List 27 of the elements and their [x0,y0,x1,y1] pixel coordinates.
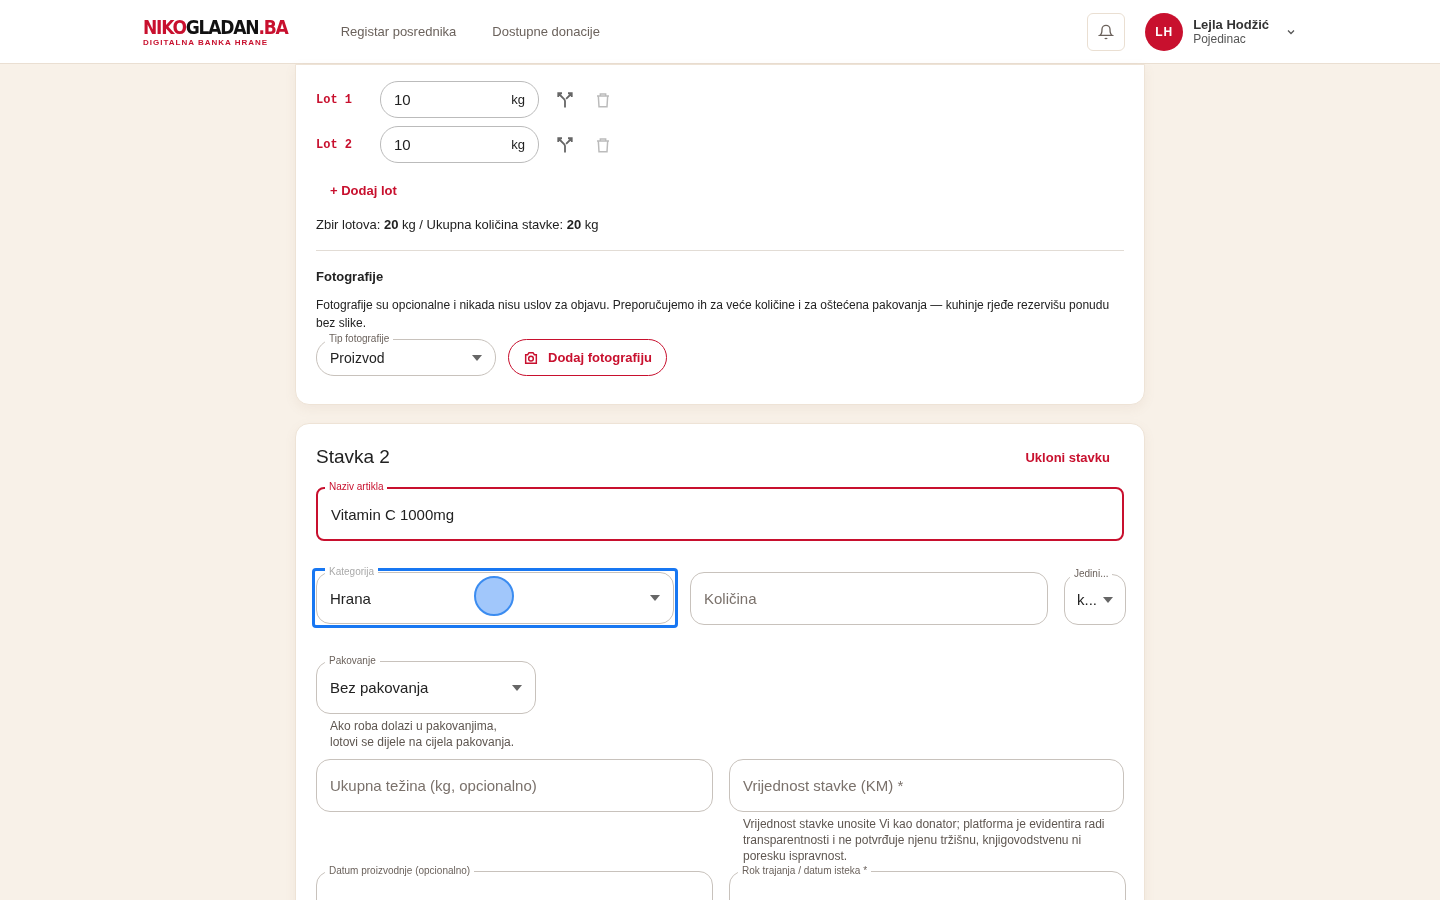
helper-text: Ako roba dolazi u pakovanjima, lotovi se dijele na cijela pakovanja. [330,718,516,750]
lot-label: Lot 1 [316,92,353,107]
item-title: Stavka 2 [316,446,391,468]
user-avatar[interactable]: LH [1145,12,1184,51]
dropdown-caret-icon [1103,596,1113,603]
lot-quantity-field[interactable]: 10 kg [380,81,539,118]
dropdown-caret-icon [650,595,660,601]
nav-link[interactable]: Dostupne donacije [492,24,600,39]
lot-label: Lot 2 [316,137,353,152]
touch-indicator [474,576,514,616]
user-name: Lejla Hodžić [1193,17,1269,32]
lot-summary: Zbir lotova: 20 kg / Ukupna količina stavke: 20 kg [316,217,600,232]
helper-text: Vrijednost stavke unosite Vi kao donator; platforma je evidentira radi transparentnosti i ne potvrđuje njenu tržišnu, knjigovodstvenu ni poresku ispravnost. [743,816,1106,864]
lot-quantity-field[interactable]: 10 kg [380,126,539,163]
dropdown-caret-icon [512,684,522,691]
logo[interactable]: NIKOGLADAN.BA DIGITALNA BANKA HRANE [143,15,288,48]
nav-link[interactable]: Registar posrednika [340,24,457,39]
photos-description: Fotografije su opcionalne i nikada nisu uslov za objavu. Preporučujemo ih za veće količine i za oštećena pakovanja — kuhinje rjeđe rezervišu ponudu bez slike. [316,297,1111,332]
dropdown-caret-icon [472,354,482,361]
section-title: Fotografije [316,269,385,284]
notifications-button[interactable] [1087,12,1126,51]
add-photo-button[interactable]: Dodaj fotografiju [508,339,667,376]
camera-icon [523,349,539,366]
bell-icon [1098,23,1115,40]
add-lot-link[interactable]: + Dodaj lot [330,183,397,198]
user-role: Pojedinac [1193,32,1247,46]
remove-item-link[interactable]: Ukloni stavku [1025,449,1110,465]
